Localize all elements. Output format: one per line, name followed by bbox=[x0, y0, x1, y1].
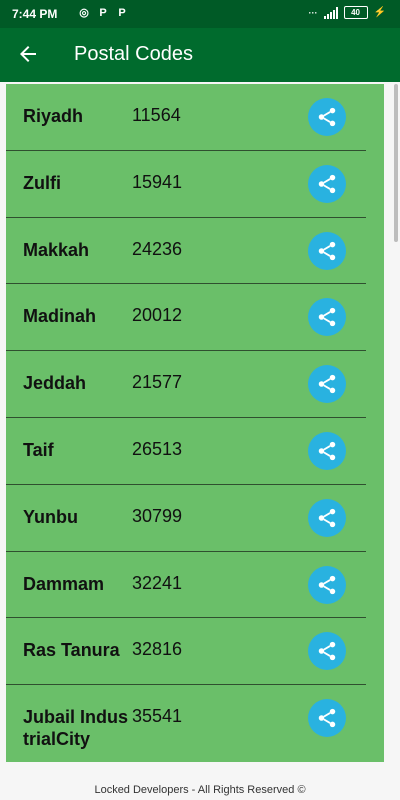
list-item[interactable]: Zulfi 15941 bbox=[6, 151, 366, 218]
list-item[interactable]: Ras Tanura 32816 bbox=[6, 618, 366, 686]
city-name: Zulfi bbox=[23, 172, 61, 193]
postal-code: 26513 bbox=[132, 438, 183, 459]
postal-code: 30799 bbox=[132, 505, 183, 526]
share-icon bbox=[318, 107, 336, 127]
share-button[interactable] bbox=[308, 431, 346, 470]
list-item[interactable]: Jeddah 21577 bbox=[6, 351, 366, 418]
footer-text: Locked Developers - All Rights Reserved … bbox=[94, 784, 306, 796]
app-bar: Postal Codes bbox=[0, 28, 400, 82]
page-title: Postal Codes bbox=[74, 43, 193, 65]
city-name: Madinah bbox=[23, 306, 97, 327]
city-name: Makkah bbox=[23, 239, 90, 260]
postal-code: 32241 bbox=[132, 572, 183, 593]
postal-code: 20012 bbox=[132, 305, 183, 326]
list-item[interactable]: Makkah 24236 bbox=[6, 218, 366, 285]
notification-icons: ◎ P P bbox=[77, 6, 129, 20]
share-button[interactable] bbox=[308, 365, 346, 404]
share-button[interactable] bbox=[308, 498, 346, 537]
share-icon bbox=[318, 441, 336, 461]
status-right: ··· 40 ⚡ bbox=[309, 6, 386, 19]
share-button[interactable] bbox=[308, 699, 346, 738]
status-time: 7:44 PM bbox=[12, 7, 58, 21]
city-name: Riyadh bbox=[23, 106, 84, 126]
share-icon bbox=[318, 375, 336, 394]
postal-code: 35541 bbox=[132, 706, 183, 727]
share-button[interactable] bbox=[308, 98, 346, 136]
p-icon: P bbox=[118, 7, 126, 19]
postal-code-list[interactable]: Riyadh 11564 Zulfi 15941 Makkah 24236 Madinah 2… bbox=[6, 84, 384, 762]
share-icon bbox=[318, 642, 336, 661]
postal-code: 11564 bbox=[132, 105, 181, 125]
list-item[interactable]: Madinah 20012 bbox=[6, 284, 366, 352]
list-item[interactable]: Yunbu 30799 bbox=[6, 485, 366, 552]
share-icon bbox=[318, 709, 336, 728]
city-name: Dammam bbox=[23, 573, 105, 594]
share-icon bbox=[318, 174, 336, 193]
battery-icon: 40 bbox=[343, 6, 368, 19]
postal-code: 24236 bbox=[132, 238, 183, 259]
share-icon bbox=[318, 575, 336, 594]
charging-icon: ⚡ bbox=[373, 7, 386, 18]
share-button[interactable] bbox=[308, 565, 346, 604]
list-item[interactable]: Jubail IndustrialCity 35541 bbox=[6, 685, 366, 761]
p-icon: P bbox=[99, 7, 107, 19]
city-name: Jubail IndustrialCity bbox=[23, 707, 129, 750]
city-name: Taif bbox=[23, 439, 54, 460]
city-name: Ras Tanura bbox=[23, 640, 120, 661]
share-icon bbox=[318, 308, 336, 327]
city-name: Yunbu bbox=[23, 506, 78, 527]
postal-code: 15941 bbox=[132, 171, 183, 192]
scrollbar[interactable] bbox=[394, 84, 398, 242]
whatsapp-icon: ◎ bbox=[79, 7, 89, 19]
share-button[interactable] bbox=[308, 298, 346, 337]
back-arrow-icon[interactable] bbox=[16, 42, 40, 66]
list-item[interactable]: Taif 26513 bbox=[6, 418, 366, 485]
postal-code: 32816 bbox=[132, 639, 183, 660]
share-button[interactable] bbox=[308, 231, 346, 270]
share-icon bbox=[318, 508, 336, 527]
status-bar: 7:44 PM ◎ P P ··· 40 ⚡ bbox=[0, 0, 400, 28]
share-button[interactable] bbox=[308, 632, 346, 671]
postal-code: 21577 bbox=[132, 372, 183, 393]
signal-icon bbox=[323, 6, 338, 19]
share-button[interactable] bbox=[308, 164, 346, 203]
share-icon bbox=[318, 241, 336, 260]
list-item[interactable]: Riyadh 11564 bbox=[6, 84, 366, 151]
city-name: Jeddah bbox=[23, 373, 87, 394]
dots-icon: ··· bbox=[308, 7, 318, 18]
list-item[interactable]: Dammam 32241 bbox=[6, 552, 366, 619]
